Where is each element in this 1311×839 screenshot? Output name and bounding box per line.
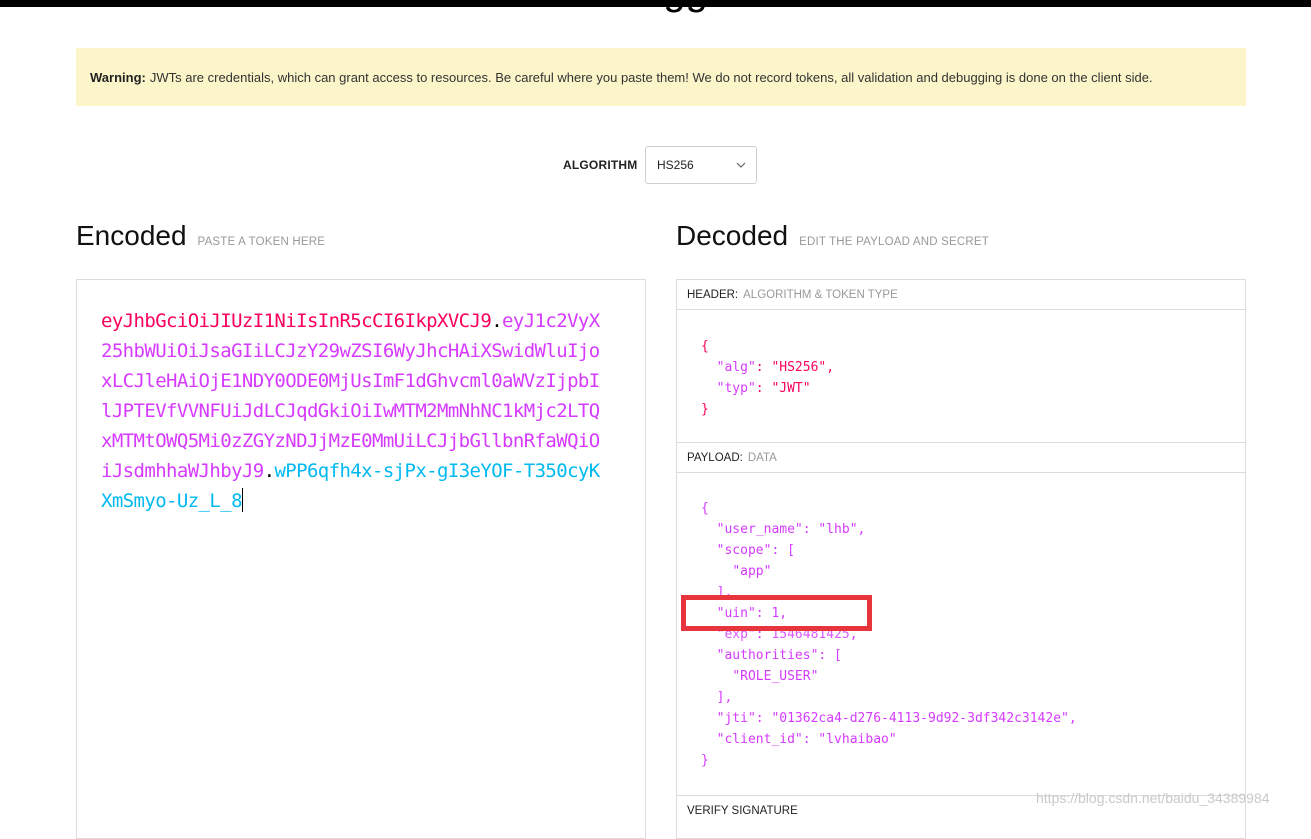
algorithm-selected-value: HS256 [657,158,694,172]
json-value-typ: "JWT" [771,381,811,396]
decoded-panel: HEADER: ALGORITHM & TOKEN TYPE { "alg": … [676,279,1246,839]
payload-json: { "user_name": "lhb", "scope": [ "app" ]… [701,501,1077,768]
page-title: Debugger [0,0,1311,16]
json-value-jti: "01362ca4-d276-4113-9d92-3df342c3142e" [771,711,1069,726]
json-value-scope-item: "app" [732,564,772,579]
json-key-exp: "exp" [716,627,756,642]
payload-json-editor[interactable]: { "user_name": "lhb", "scope": [ "app" ]… [677,473,1245,796]
decoded-subtitle: EDIT THE PAYLOAD AND SECRET [799,236,989,248]
decoded-title: Decoded [676,220,789,251]
encoded-heading: Encoded PASTE A TOKEN HERE [76,220,325,252]
warning-banner: Warning: JWTs are credentials, which can… [76,48,1246,106]
payload-section-heading: PAYLOAD: DATA [677,443,1245,473]
payload-label: PAYLOAD: [687,451,743,464]
encoded-token-input[interactable]: eyJhbGciOiJIUzI1NiIsInR5cCI6IkpXVCJ9.eyJ… [76,279,646,839]
json-key-jti: "jti" [716,711,756,726]
encoded-subtitle: PASTE A TOKEN HERE [197,236,326,248]
decoded-heading: Decoded EDIT THE PAYLOAD AND SECRET [676,220,989,252]
json-value-alg: "HS256" [771,360,827,375]
payload-sublabel: DATA [747,451,777,464]
token-header-part: eyJhbGciOiJIUzI1NiIsInR5cCI6IkpXVCJ9 [101,310,492,332]
text-caret [241,488,243,512]
encoded-title: Encoded [76,220,187,251]
header-json-editor[interactable]: { "alg": "HS256", "typ": "JWT" } [677,310,1245,443]
verify-label: VERIFY SIGNATURE [687,805,798,817]
chevron-down-icon [736,162,746,168]
json-value-authorities-item: "ROLE_USER" [732,669,819,684]
json-value-uin: 1 [771,606,780,621]
json-key-authorities: "authorities" [716,648,819,663]
token-separator: . [263,460,275,482]
json-key-uin: "uin" [716,606,756,621]
header-label: HEADER: [687,288,739,301]
json-key-scope: "scope" [716,543,772,558]
token-separator: . [491,310,503,332]
warning-label: Warning: [90,69,146,85]
watermark: https://blog.csdn.net/baidu_34389984 [1036,790,1270,806]
json-key-alg: "alg" [716,360,756,375]
json-value-client-id: "lvhaibao" [818,732,897,747]
json-key-user-name: "user_name" [716,522,803,537]
json-value-user-name: "lhb" [818,522,858,537]
algorithm-label: ALGORITHM [563,158,638,172]
header-section-heading: HEADER: ALGORITHM & TOKEN TYPE [677,280,1245,310]
json-value-exp: 1546481425 [771,627,850,642]
header-json: { "alg": "HS256", "typ": "JWT" } [701,339,835,417]
encoded-token-text[interactable]: eyJhbGciOiJIUzI1NiIsInR5cCI6IkpXVCJ9.eyJ… [101,306,601,516]
header-sublabel: ALGORITHM & TOKEN TYPE [743,288,898,301]
json-key-typ: "typ" [716,381,756,396]
json-key-client-id: "client_id" [716,732,803,747]
algorithm-row: ALGORITHM HS256 [0,146,1311,184]
warning-text: JWTs are credentials, which can grant ac… [149,69,1153,85]
algorithm-select[interactable]: HS256 [645,146,757,184]
token-payload-part: eyJ1c2VyX25hbWUiOiJsaGIiLCJzY29wZSI6WyJh… [101,310,600,482]
